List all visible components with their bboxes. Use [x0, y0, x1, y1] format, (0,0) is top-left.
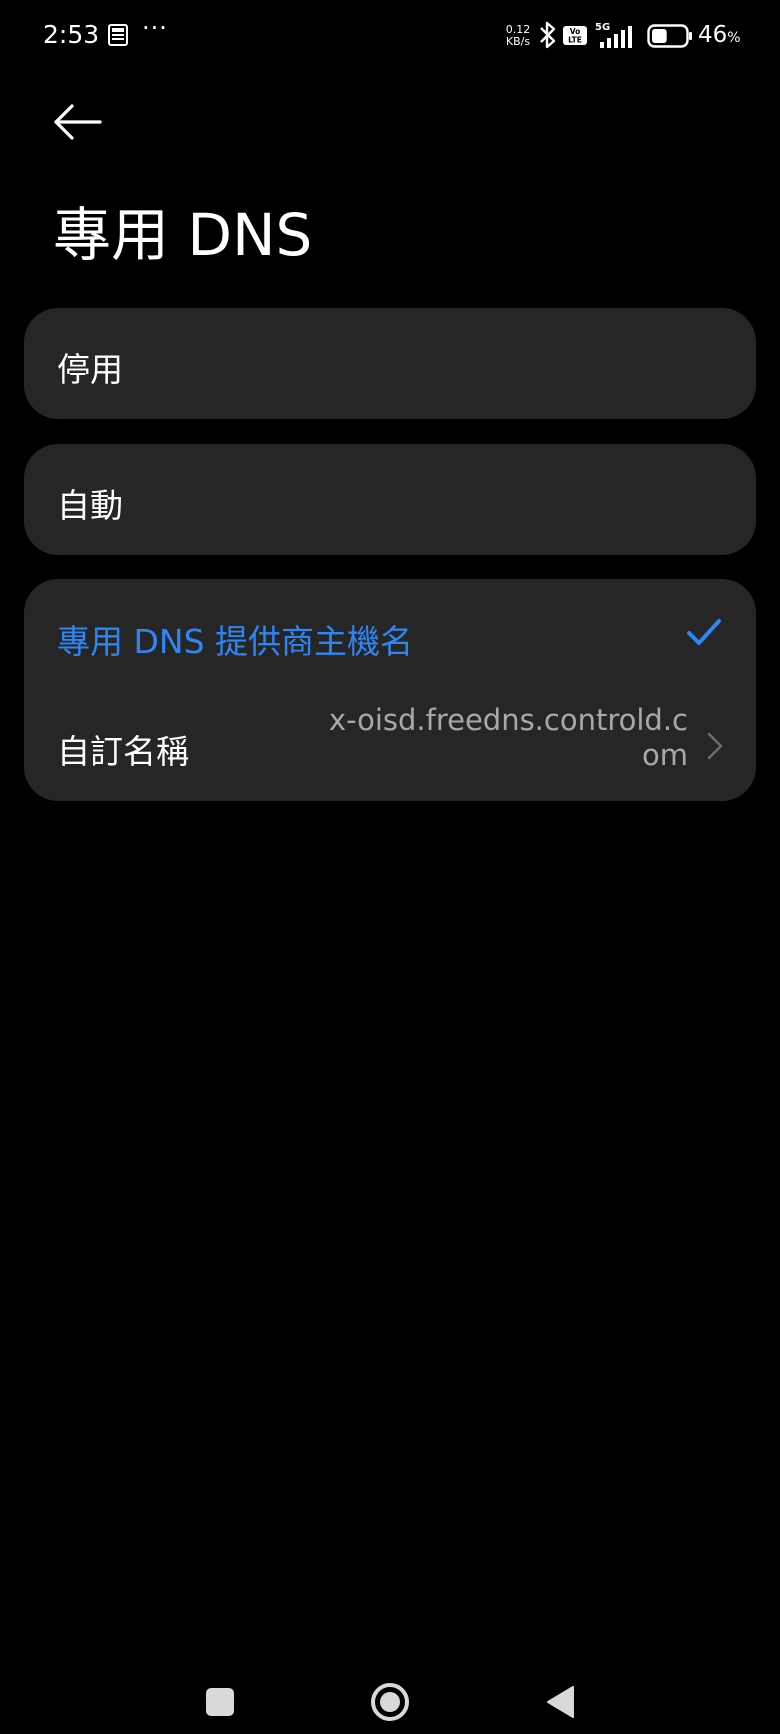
dns-off-card: 停用: [24, 308, 756, 419]
network-type: 5G: [595, 22, 610, 33]
more-notifications-icon: ···: [142, 14, 168, 42]
chevron-right-icon: [707, 732, 723, 760]
dns-option-auto-label: 自動: [57, 486, 123, 525]
back-triangle-icon: [547, 1686, 574, 1718]
network-speed-unit: KB/s: [505, 35, 531, 48]
dns-hostname-card: 專用 DNS 提供商主機名 自訂名稱 x-oisd.freedns.contro…: [24, 579, 756, 801]
status-bar: 2:53 ··· 0.12 KB/s Vo LTE 5G 46%: [0, 0, 780, 72]
battery-percent-symbol: %: [727, 30, 741, 46]
signal-5g-icon: 5G: [595, 22, 632, 48]
news-notification-icon: [108, 24, 128, 46]
network-speed: 0.12 KB/s: [500, 24, 536, 48]
back-nav-button[interactable]: [545, 1685, 575, 1719]
bluetooth-icon: [540, 21, 556, 49]
dns-option-off-label: 停用: [57, 350, 123, 389]
arrow-left-icon: [54, 104, 102, 140]
recents-square-icon: [206, 1688, 234, 1716]
home-button[interactable]: [370, 1682, 410, 1722]
dns-option-hostname[interactable]: 專用 DNS 提供商主機名: [24, 579, 756, 691]
navigation-bar: [0, 1640, 780, 1734]
check-icon: [687, 619, 721, 645]
custom-hostname-value: x-oisd.freedns.controld.com: [328, 703, 688, 772]
battery-percent: 46%: [698, 22, 741, 48]
dns-option-hostname-label: 專用 DNS 提供商主機名: [57, 622, 414, 661]
volte-line2: LTE: [568, 36, 582, 45]
custom-hostname-row[interactable]: 自訂名稱 x-oisd.freedns.controld.com: [24, 691, 756, 801]
dns-auto-card: 自動: [24, 444, 756, 555]
custom-hostname-label: 自訂名稱: [57, 732, 189, 771]
back-button[interactable]: [50, 100, 106, 144]
volte-icon: Vo LTE: [563, 26, 587, 45]
recents-button[interactable]: [205, 1687, 235, 1717]
status-time: 2:53: [43, 20, 100, 49]
dns-option-off[interactable]: 停用: [24, 308, 756, 419]
battery-icon: [647, 24, 692, 48]
page-title: 專用 DNS: [53, 201, 313, 269]
dns-option-auto[interactable]: 自動: [24, 444, 756, 555]
home-circle-icon: [371, 1683, 409, 1721]
battery-percent-value: 46: [698, 22, 728, 48]
